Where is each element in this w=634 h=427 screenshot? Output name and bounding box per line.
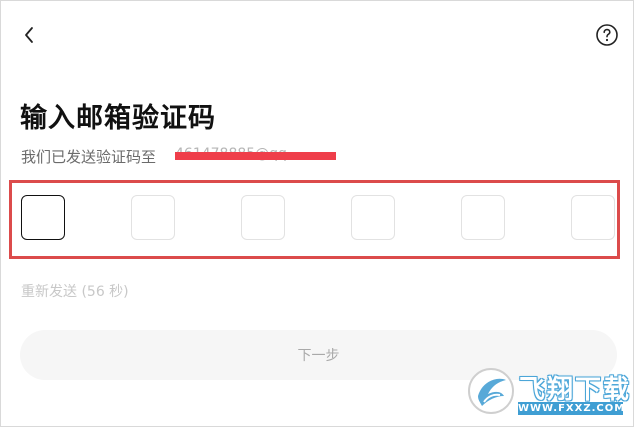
code-digit-1[interactable] — [21, 195, 65, 240]
watermark-url: WWW.FXXZ.COM — [518, 402, 626, 415]
help-button[interactable] — [595, 23, 619, 47]
watermark-logo-text: 飞翔下载 — [519, 375, 632, 405]
code-digit-6[interactable] — [571, 195, 615, 240]
email-redaction — [175, 152, 336, 160]
code-digit-3[interactable] — [241, 195, 285, 240]
chevron-left-icon — [25, 27, 33, 43]
code-input-highlight — [9, 180, 620, 259]
back-button[interactable] — [16, 20, 42, 50]
question-circle-icon — [596, 24, 618, 46]
page-title: 输入邮箱验证码 — [20, 103, 216, 134]
resend-countdown[interactable]: 重新发送 (56 秒) — [21, 281, 129, 301]
sent-to-label: 我们已发送验证码至 — [21, 148, 157, 166]
code-digit-4[interactable] — [351, 195, 395, 240]
watermark: 飞翔下载 WWW.FXXZ.COM — [466, 366, 629, 418]
code-digit-2[interactable] — [131, 195, 175, 240]
code-digit-5[interactable] — [461, 195, 505, 240]
watermark-logo-icon — [468, 368, 514, 414]
